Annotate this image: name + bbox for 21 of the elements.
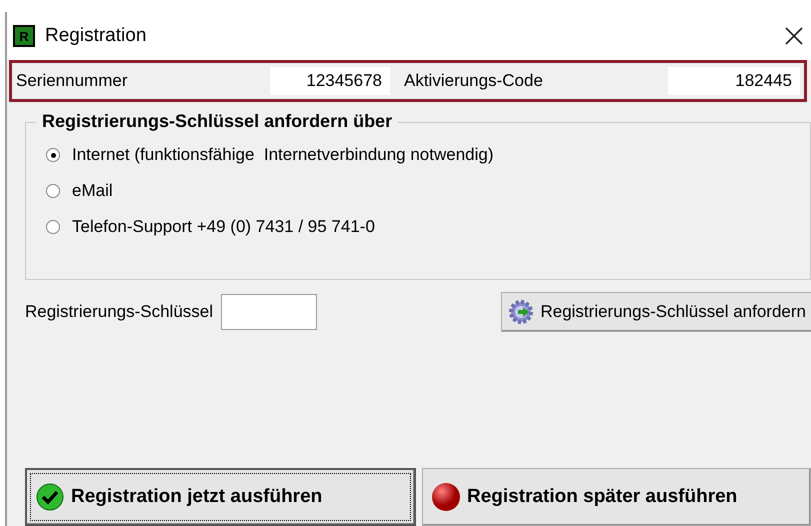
- close-icon[interactable]: [785, 27, 803, 45]
- register-later-button[interactable]: Registration später ausführen: [422, 468, 811, 526]
- app-logo-icon: R: [13, 25, 35, 47]
- activation-code-value: 182445: [668, 67, 800, 95]
- registration-key-field[interactable]: [221, 294, 318, 330]
- serial-number-value: 12345678: [270, 67, 390, 95]
- registration-key-label: Registrierungs-Schlüssel: [25, 302, 214, 322]
- ball-icon: [431, 482, 461, 512]
- radio-label[interactable]: Internet (funktionsfähige Internetverbindung notwendig): [72, 145, 494, 165]
- serial-number-label: Seriennummer: [16, 71, 128, 91]
- register-now-button[interactable]: Registration jetzt ausführen: [25, 468, 416, 526]
- window-title: Registration: [45, 25, 148, 47]
- radio-button[interactable]: [46, 220, 60, 234]
- group-title: Registrierungs-Schlüssel anfordern über: [36, 111, 398, 132]
- radio-button[interactable]: [46, 184, 60, 198]
- radio-label[interactable]: Telefon-Support +49 (0) 7431 / 95 741-0: [72, 217, 375, 237]
- radio-label[interactable]: eMail: [72, 181, 113, 201]
- request-key-button[interactable]: Registrierungs-Schlüssel anfordern: [501, 292, 811, 332]
- radio-button[interactable]: [46, 148, 60, 162]
- check-icon: [35, 482, 65, 512]
- activation-code-label: Aktivierungs-Code: [403, 71, 544, 91]
